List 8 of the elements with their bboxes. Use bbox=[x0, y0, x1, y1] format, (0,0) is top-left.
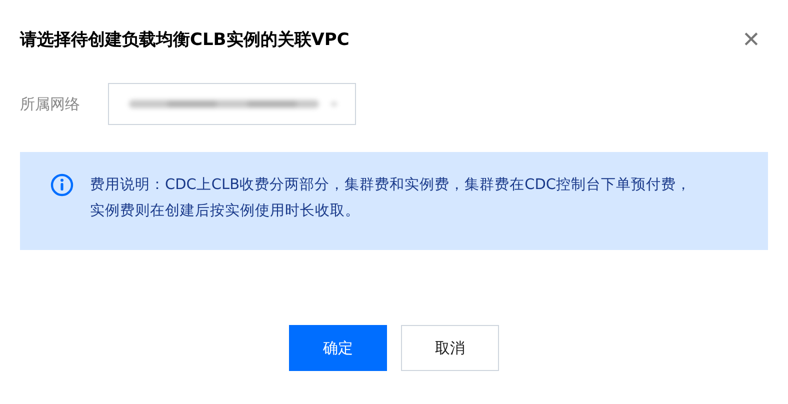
network-select[interactable] bbox=[108, 83, 356, 125]
cancel-button[interactable]: 取消 bbox=[401, 325, 499, 371]
field-label: 所属网络 bbox=[20, 94, 80, 114]
dialog-title: 请选择待创建负载均衡CLB实例的关联VPC bbox=[20, 29, 350, 51]
close-button[interactable]: ✕ bbox=[742, 28, 760, 50]
confirm-button[interactable]: 确定 bbox=[289, 325, 387, 371]
info-icon bbox=[50, 173, 74, 197]
fee-description: 费用说明：CDC上CLB收费分两部分，集群费和实例费，集群费在CDC控制台下单预付费，实例费则在创建后按实例使用时长收取。 bbox=[90, 176, 692, 221]
